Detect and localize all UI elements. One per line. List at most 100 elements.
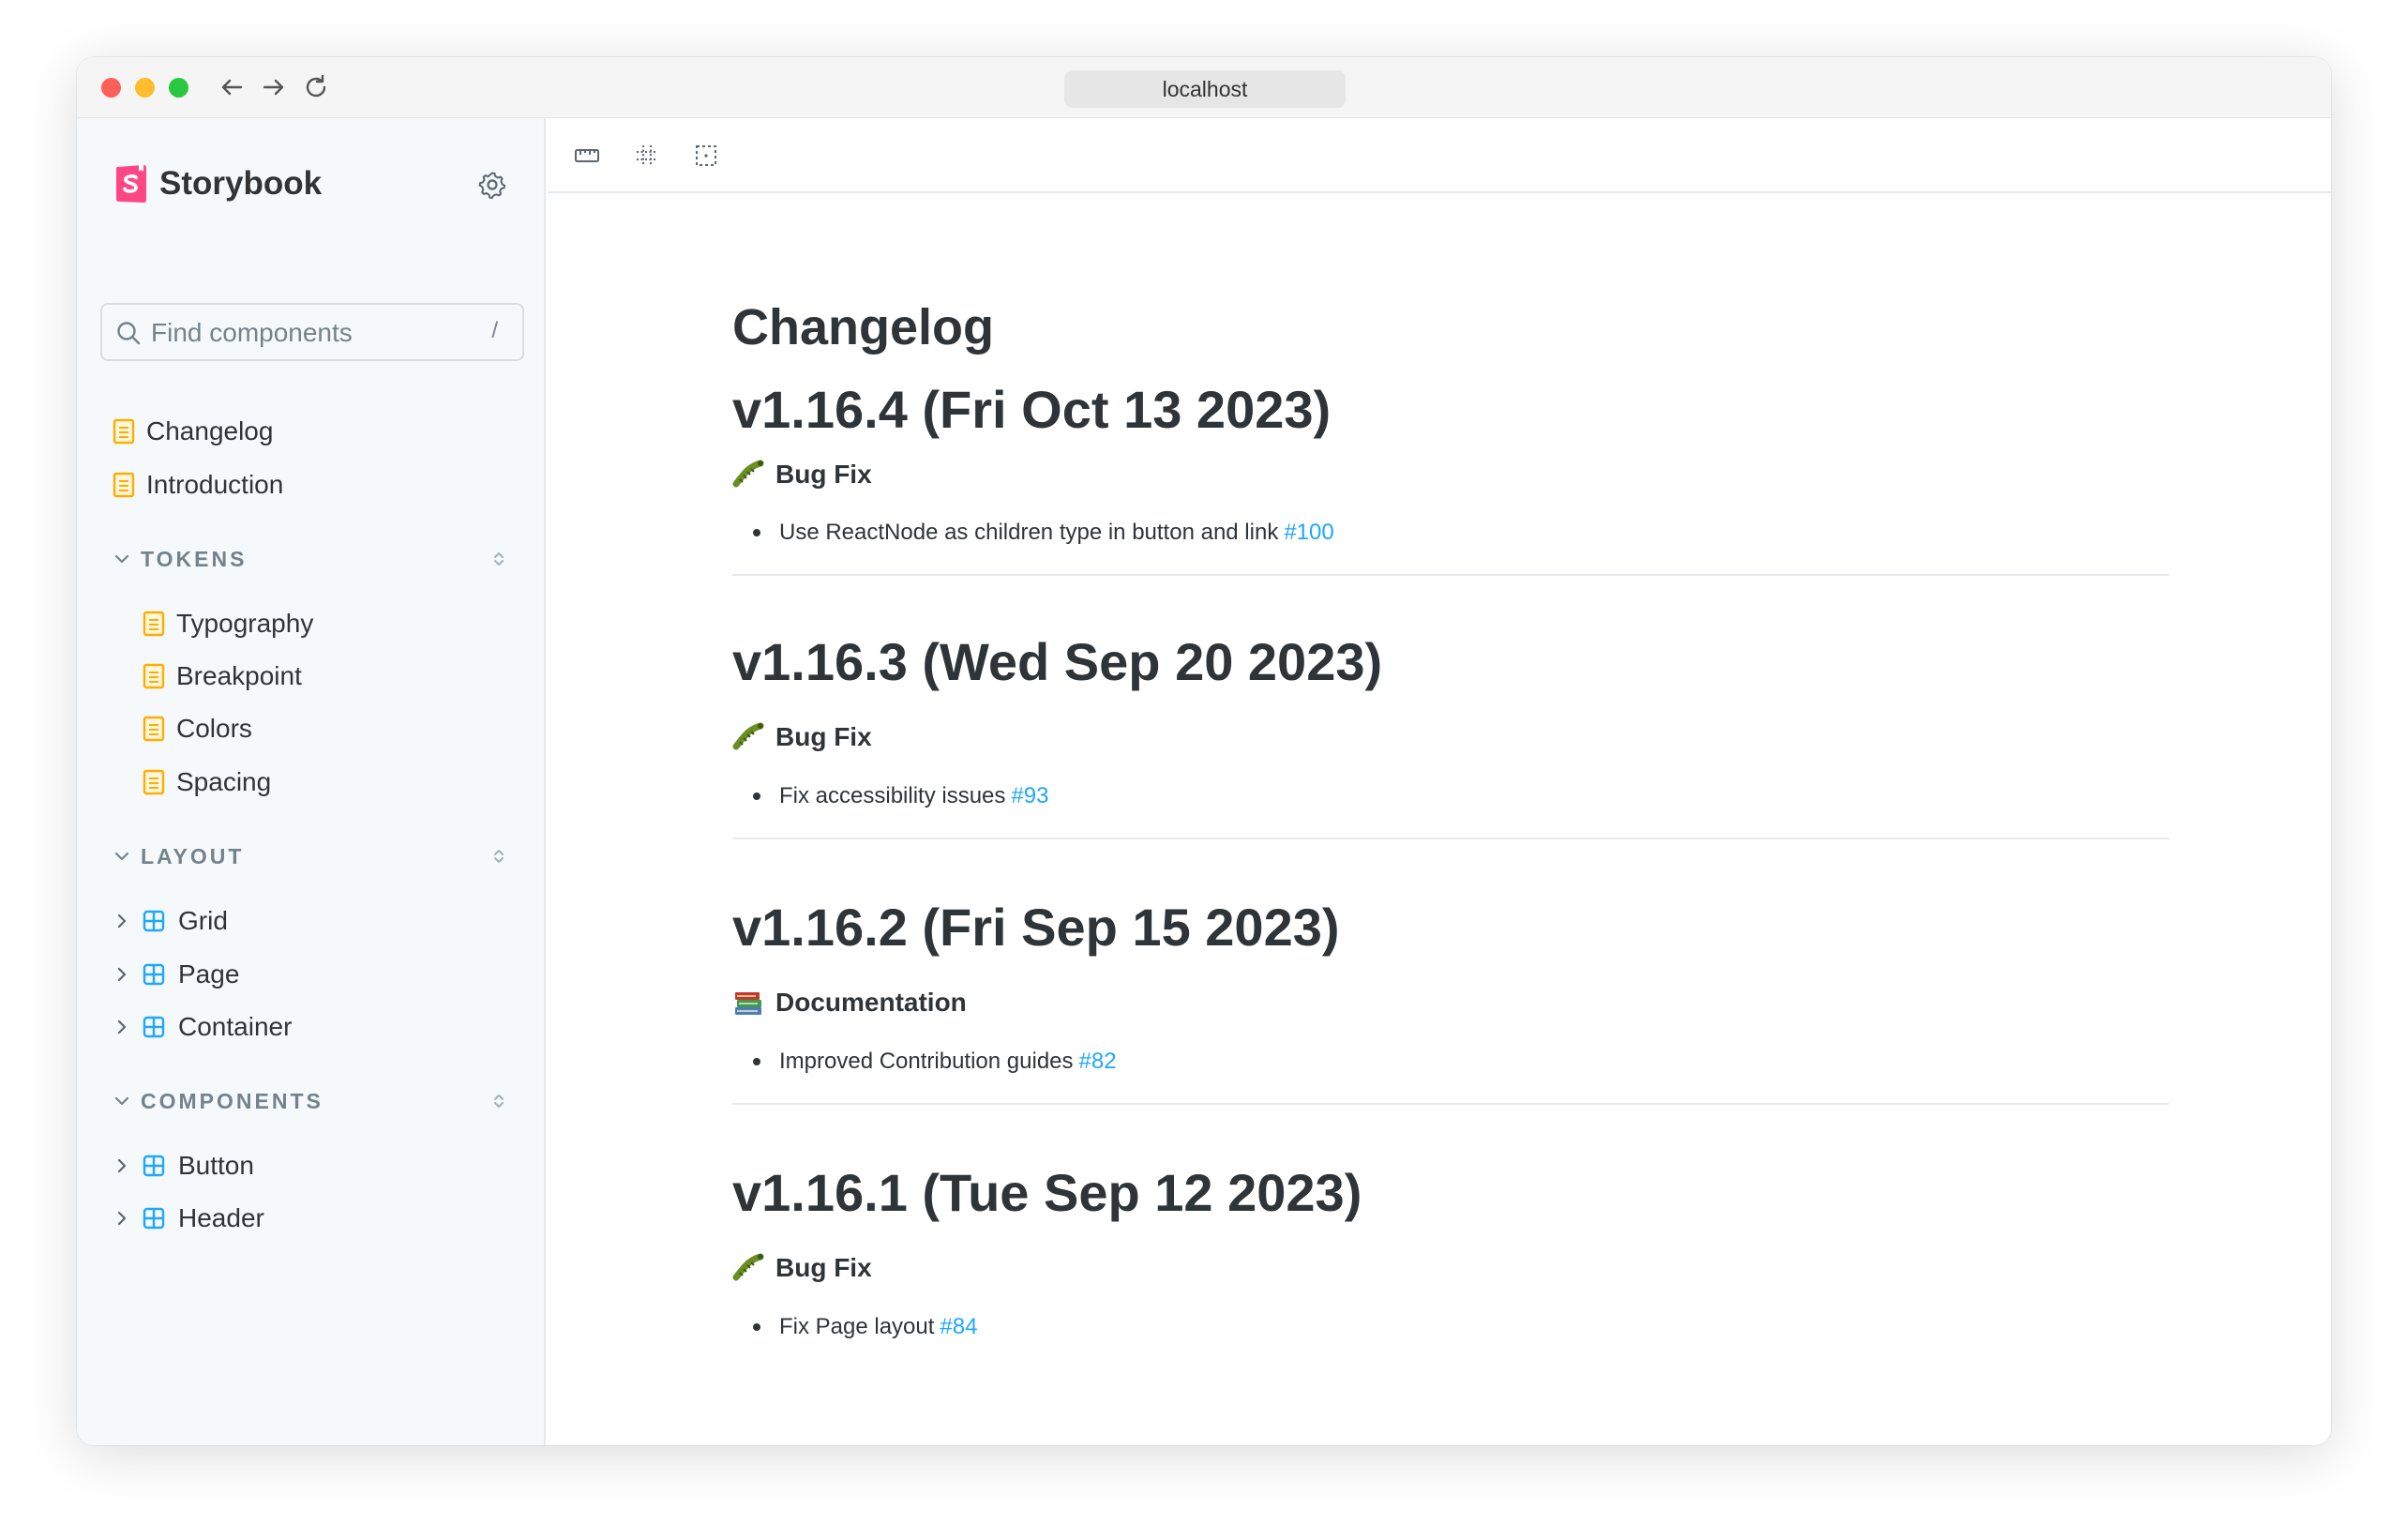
release-entry: v1.16.2 (Fri Sep 15 2023) Documentation … xyxy=(732,897,2169,1105)
chevron-right-icon xyxy=(117,1211,127,1226)
sidebar-item-label: Introduction xyxy=(146,470,284,499)
sidebar-item-label: Page xyxy=(178,959,240,989)
sidebar-item-header[interactable]: Header xyxy=(113,1197,264,1240)
sidebar-item-breakpoint[interactable]: Breakpoint xyxy=(143,655,302,698)
back-arrow-icon[interactable] xyxy=(216,71,248,103)
section-header-layout[interactable]: LAYOUT xyxy=(113,838,525,875)
release-divider xyxy=(732,838,2169,839)
expand-collapse-icon[interactable] xyxy=(489,847,508,866)
minimize-window-button[interactable] xyxy=(135,78,155,98)
pr-link[interactable]: #93 xyxy=(1011,783,1048,809)
measure-ruler-icon[interactable] xyxy=(574,143,600,169)
sidebar-item-spacing[interactable]: Spacing xyxy=(143,761,271,804)
browser-titlebar: localhost xyxy=(77,57,2331,118)
search-icon xyxy=(117,322,141,345)
expand-collapse-icon[interactable] xyxy=(489,550,508,568)
close-window-button[interactable] xyxy=(101,78,121,98)
section-title: COMPONENTS xyxy=(141,1088,324,1113)
release-entry: v1.16.4 (Fri Oct 13 2023) Bug Fix Use Re… xyxy=(732,379,2169,576)
component-grid-icon xyxy=(143,1155,165,1177)
sidebar-item-typography[interactable]: Typography xyxy=(143,602,313,645)
sidebar-item-introduction[interactable]: Introduction xyxy=(113,463,283,506)
browser-window: localhost Storybook / xyxy=(77,57,2331,1445)
section-header-components[interactable]: COMPONENTS xyxy=(113,1082,525,1120)
release-note-text: Improved Contribution guides xyxy=(779,1049,1074,1074)
release-note: Fix accessibility issues #93 xyxy=(753,783,1048,809)
brand-name: Storybook xyxy=(159,165,323,202)
bullet-dot xyxy=(753,1058,760,1065)
chevron-right-icon xyxy=(117,1158,127,1173)
search-input[interactable] xyxy=(151,316,470,350)
chevron-down-icon xyxy=(114,852,129,861)
pr-link[interactable]: #100 xyxy=(1284,520,1333,546)
storybook-brand[interactable]: Storybook xyxy=(114,163,322,204)
release-category-label: Bug Fix xyxy=(775,1253,872,1282)
section-header-tokens[interactable]: TOKENS xyxy=(113,540,525,578)
sidebar-item-grid[interactable]: Grid xyxy=(113,899,228,943)
sidebar-item-label: Colors xyxy=(176,714,252,743)
release-category: Documentation xyxy=(732,987,967,1019)
release-category-label: Bug Fix xyxy=(775,722,872,751)
sidebar-item-colors[interactable]: Colors xyxy=(143,707,252,750)
release-note: Improved Contribution guides #82 xyxy=(753,1049,1117,1075)
document-icon xyxy=(113,472,135,498)
component-grid-icon xyxy=(143,1016,165,1038)
component-grid-icon xyxy=(143,910,165,932)
document-icon xyxy=(143,663,165,689)
sidebar-item-button[interactable]: Button xyxy=(113,1144,254,1187)
release-entry: v1.16.3 (Wed Sep 20 2023) Bug Fix Fix ac… xyxy=(732,631,2169,839)
address-bar[interactable]: localhost xyxy=(1064,70,1346,108)
sidebar-item-changelog[interactable]: Changelog xyxy=(113,410,273,453)
release-note-text: Use ReactNode as children type in button… xyxy=(779,520,1279,545)
chevron-down-icon xyxy=(114,554,129,564)
release-note: Fix Page layout #84 xyxy=(753,1314,977,1340)
release-note-text: Fix accessibility issues xyxy=(779,783,1006,808)
bug-icon xyxy=(732,460,764,488)
document-icon xyxy=(113,418,135,445)
sidebar-item-label: Changelog xyxy=(146,416,274,445)
sidebar-item-label: Grid xyxy=(178,906,228,935)
books-icon xyxy=(735,992,761,1015)
sidebar: Storybook / Changelog Introduction xyxy=(77,118,546,1445)
release-category: Bug Fix xyxy=(732,1252,872,1284)
release-category: Bug Fix xyxy=(732,459,872,491)
document-icon xyxy=(143,716,165,742)
chevron-down-icon xyxy=(114,1096,129,1106)
release-divider xyxy=(732,1103,2169,1105)
document-icon xyxy=(143,611,165,637)
outline-toggle-icon[interactable] xyxy=(693,143,719,169)
search-shortcut-hint: / xyxy=(491,318,498,343)
sidebar-item-page[interactable]: Page xyxy=(113,953,239,996)
document-icon xyxy=(143,769,165,795)
bullet-dot xyxy=(753,1323,760,1331)
forward-arrow-icon[interactable] xyxy=(258,71,290,103)
settings-gear-icon[interactable] xyxy=(476,169,508,201)
section-title: TOKENS xyxy=(141,546,248,571)
maximize-window-button[interactable] xyxy=(169,78,188,98)
sidebar-item-label: Typography xyxy=(176,609,314,638)
search-box[interactable]: / xyxy=(100,303,524,361)
release-category: Bug Fix xyxy=(732,721,872,753)
release-entry: v1.16.1 (Tue Sep 12 2023) Bug Fix Fix Pa… xyxy=(732,1162,2169,1339)
bug-icon xyxy=(732,722,764,750)
sidebar-item-label: Breakpoint xyxy=(176,661,302,690)
section-title: LAYOUT xyxy=(141,843,245,868)
bullet-dot xyxy=(753,793,760,800)
grid-outline-icon[interactable] xyxy=(634,143,660,169)
reload-icon[interactable] xyxy=(300,71,332,103)
docs-content: Changelog v1.16.4 (Fri Oct 13 2023) Bug … xyxy=(548,195,2331,1445)
release-category-label: Bug Fix xyxy=(775,460,872,489)
storybook-logo-icon xyxy=(116,165,146,203)
release-category-label: Documentation xyxy=(775,988,967,1017)
pr-link[interactable]: #82 xyxy=(1079,1049,1117,1075)
expand-collapse-icon[interactable] xyxy=(489,1092,508,1110)
sidebar-item-container[interactable]: Container xyxy=(113,1005,292,1049)
page-title: Changelog xyxy=(732,299,994,355)
release-version: v1.16.4 (Fri Oct 13 2023) xyxy=(732,380,1332,439)
release-note-text: Fix Page layout xyxy=(779,1314,935,1339)
chevron-right-icon xyxy=(117,913,127,929)
sidebar-item-label: Spacing xyxy=(176,767,272,796)
bug-icon xyxy=(732,1253,764,1281)
pr-link[interactable]: #84 xyxy=(940,1314,977,1340)
release-version: v1.16.2 (Fri Sep 15 2023) xyxy=(732,898,1340,957)
